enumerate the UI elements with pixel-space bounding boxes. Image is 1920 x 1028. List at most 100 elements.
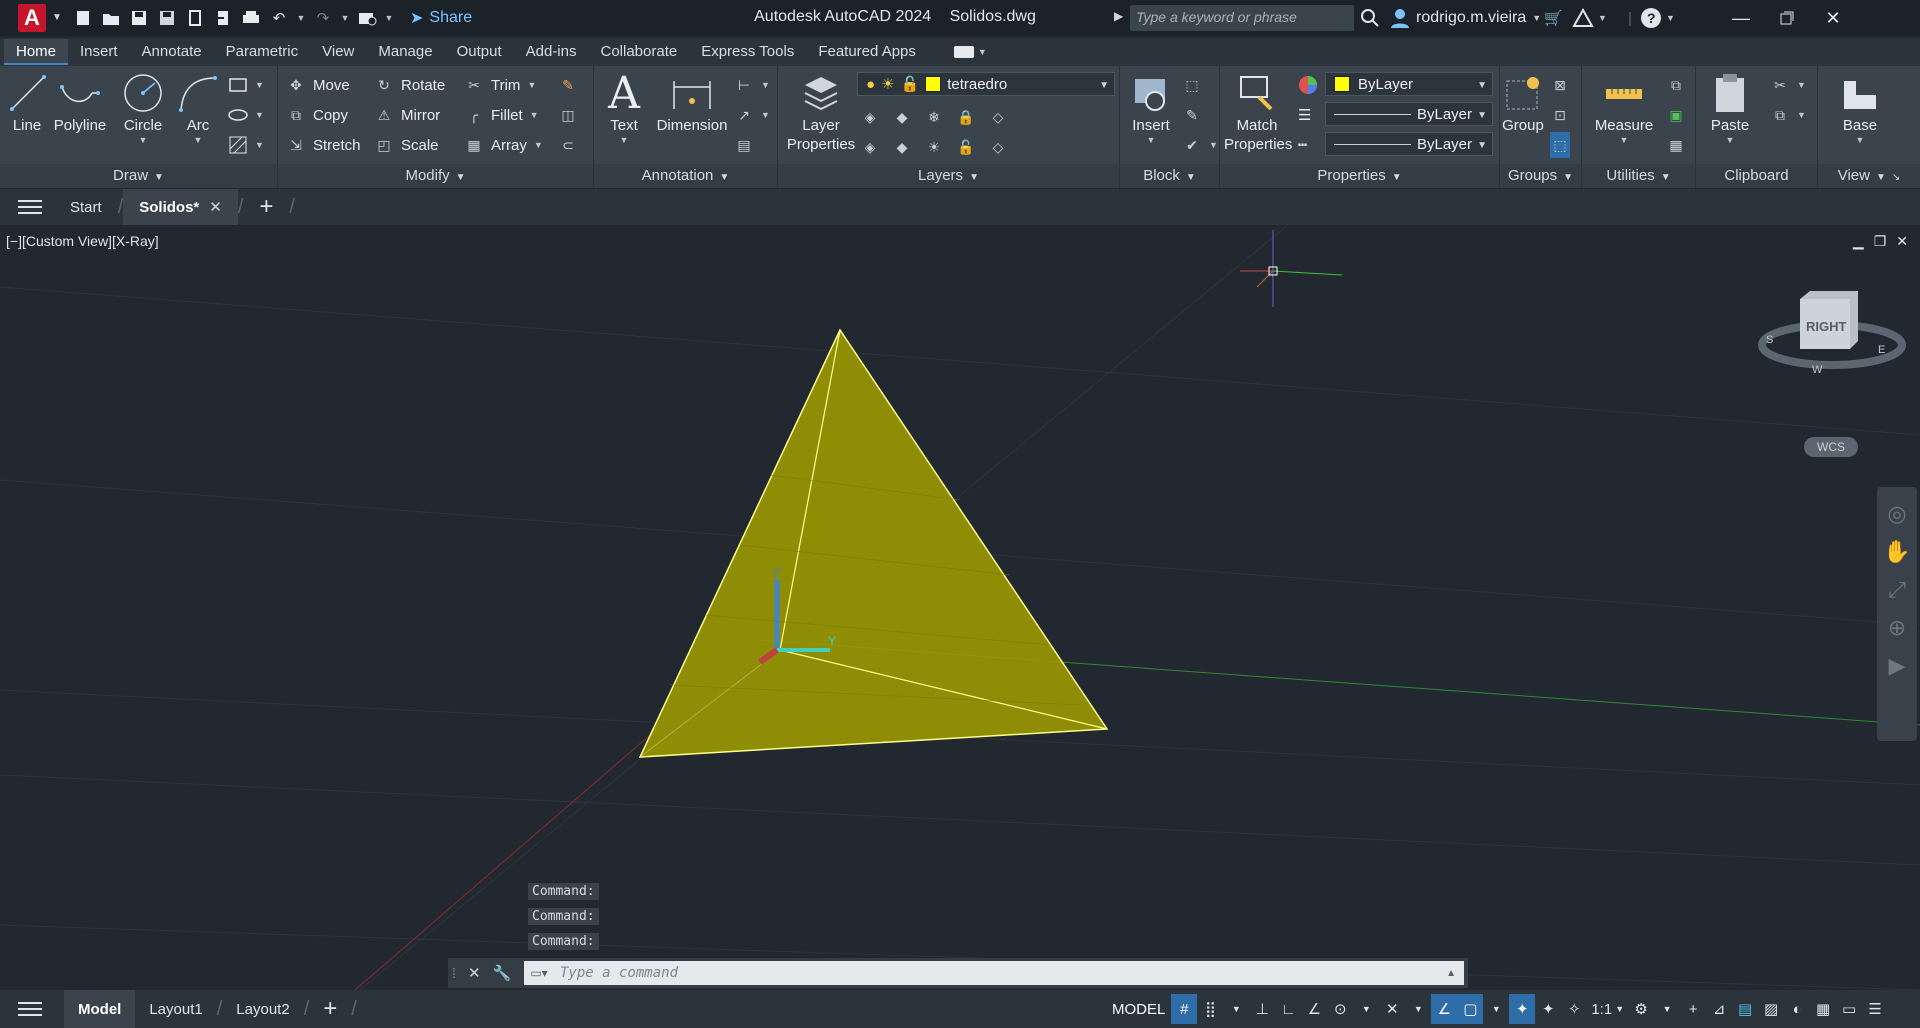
dynamic-input-icon[interactable]: ∟: [1275, 994, 1301, 1024]
text-button[interactable]: A Text ▼: [604, 68, 644, 146]
measure-button[interactable]: Measure ▼: [1592, 70, 1656, 145]
isolate-objects-icon[interactable]: ◐: [1784, 994, 1810, 1024]
clean-screen-icon[interactable]: ▭: [1836, 994, 1862, 1024]
hardware-acceleration-icon[interactable]: ▦: [1810, 994, 1836, 1024]
start-tab[interactable]: Start: [54, 189, 118, 225]
edit-block-button[interactable]: ✎: [1182, 102, 1202, 128]
new-file-icon[interactable]: [72, 7, 94, 29]
publish-icon[interactable]: [184, 7, 206, 29]
viewport-close-icon[interactable]: ✕: [1896, 233, 1908, 250]
polyline-button[interactable]: Polyline: [52, 70, 108, 135]
annotation-autoscale-icon[interactable]: ✦: [1535, 994, 1561, 1024]
circle-button[interactable]: Circle ▼: [118, 70, 168, 145]
undo-icon[interactable]: ↶: [268, 7, 290, 29]
scale-button[interactable]: ◰ Scale: [374, 132, 438, 158]
cut-button[interactable]: ✂ ▼: [1770, 72, 1806, 98]
annotation-scale-dropdown[interactable]: 1:1 ▼: [1587, 994, 1628, 1024]
tab-express-tools[interactable]: Express Tools: [689, 39, 806, 65]
object-snap-dropdown-icon[interactable]: ▼: [1483, 994, 1509, 1024]
layer-unlock-icon[interactable]: 🔓: [956, 137, 976, 157]
tab-parametric[interactable]: Parametric: [214, 39, 311, 65]
tab-output[interactable]: Output: [445, 39, 514, 65]
viewport-restore-icon[interactable]: ❐: [1874, 233, 1887, 250]
annotation-monitor-icon[interactable]: +: [1680, 994, 1706, 1024]
autocad-logo-icon[interactable]: A: [18, 4, 46, 32]
layer-unisolate-icon[interactable]: ◆: [892, 137, 912, 157]
linear-dimension-button[interactable]: ⊢ ▼: [734, 72, 770, 98]
quick-properties-icon[interactable]: ▤: [1732, 994, 1758, 1024]
restore-button[interactable]: [1764, 4, 1810, 32]
steering-wheel-icon[interactable]: ◎: [1887, 501, 1906, 527]
layer-match-icon[interactable]: ◇: [988, 107, 1008, 127]
object-snap-icon[interactable]: ▢: [1457, 994, 1484, 1024]
customize-qat-icon[interactable]: ▼: [384, 7, 394, 29]
lineweight-dropdown[interactable]: ByLayer ▼: [1325, 102, 1493, 126]
fillet-button[interactable]: ╭ Fillet ▼: [464, 102, 539, 128]
isometric-drafting-icon[interactable]: ✕: [1379, 994, 1405, 1024]
linetype-dropdown[interactable]: ByLayer ▼: [1325, 132, 1493, 156]
select-all-button[interactable]: ▣: [1666, 102, 1686, 128]
layer-properties-button[interactable]: Layer Properties: [784, 70, 858, 154]
object-snap-tracking-icon[interactable]: ∠: [1431, 994, 1458, 1024]
color-dropdown[interactable]: ByLayer ▼: [1325, 72, 1493, 96]
stretch-button[interactable]: ⇲ Stretch: [286, 132, 360, 158]
annotation-scale-icon[interactable]: ✧: [1561, 994, 1587, 1024]
wcs-menu-button[interactable]: WCS: [1804, 437, 1858, 457]
layer-make-current-icon[interactable]: ◈: [860, 137, 880, 157]
match-properties-button[interactable]: Match Properties: [1224, 70, 1292, 154]
rectangle-button[interactable]: ▼: [228, 72, 264, 98]
ortho-mode-icon[interactable]: ∠: [1301, 994, 1327, 1024]
polar-dropdown-icon[interactable]: ▼: [1353, 994, 1379, 1024]
viewport-controls-label[interactable]: [−][Custom View][X-Ray]: [6, 233, 159, 249]
new-tab-button[interactable]: +: [243, 189, 289, 225]
layer-dropdown[interactable]: ● ☀ 🔓 tetraedro ▼: [857, 72, 1115, 96]
orbit-icon[interactable]: ⊕: [1888, 615, 1906, 641]
autodesk-app-icon[interactable]: ▼: [1572, 4, 1607, 32]
paste-button[interactable]: Paste ▼: [1706, 70, 1754, 145]
command-input[interactable]: ▭▾ Type a command ▲: [524, 961, 1464, 985]
zoom-extents-icon[interactable]: ⤢: [1888, 577, 1906, 603]
customization-menu-icon[interactable]: ☰: [1862, 994, 1888, 1024]
layout-tabs-menu-icon[interactable]: [18, 1002, 42, 1016]
mirror-button[interactable]: ⚠ Mirror: [374, 102, 440, 128]
redo-dropdown-icon[interactable]: ▼: [340, 7, 350, 29]
help-button[interactable]: ? ▼: [1640, 4, 1675, 32]
command-close-icon[interactable]: ✕: [468, 964, 481, 982]
polar-tracking-icon[interactable]: ⊙: [1327, 994, 1353, 1024]
group-button[interactable]: Group: [1502, 70, 1544, 135]
table-button[interactable]: ▤: [734, 132, 754, 158]
model-tab[interactable]: Model: [64, 990, 136, 1028]
layer-off-icon[interactable]: ◈: [860, 107, 880, 127]
search-input[interactable]: Type a keyword or phrase: [1130, 5, 1354, 31]
arc-button[interactable]: Arc ▼: [176, 70, 220, 145]
lock-ui-icon[interactable]: ▨: [1758, 994, 1784, 1024]
viewport-minimize-icon[interactable]: ▁: [1853, 233, 1864, 250]
annotation-visibility-icon[interactable]: ✦: [1509, 994, 1536, 1024]
quick-select-button[interactable]: ⧉: [1666, 72, 1686, 98]
tab-view[interactable]: View: [310, 39, 366, 65]
panel-title-layers[interactable]: Layers ▼: [778, 164, 1119, 188]
create-block-button[interactable]: ⬚: [1182, 72, 1202, 98]
command-prompt-icon[interactable]: ▭▾: [524, 966, 554, 980]
layout1-tab[interactable]: Layout1: [135, 990, 216, 1028]
workspace-icon[interactable]: [356, 7, 378, 29]
layer-thaw-icon[interactable]: ☀: [924, 137, 944, 157]
layer-isolate-icon[interactable]: ◆: [892, 107, 912, 127]
tab-insert[interactable]: Insert: [68, 39, 130, 65]
minimize-button[interactable]: —: [1718, 4, 1764, 32]
application-menu-caret-icon[interactable]: ▼: [52, 12, 62, 23]
drawing-viewport[interactable]: Z Y RIGHT S E W [−][Custom View][X-Ray] …: [0, 225, 1920, 990]
save-as-icon[interactable]: [156, 7, 178, 29]
move-button[interactable]: ✥ Move: [286, 72, 350, 98]
group-edit-button[interactable]: ⊡: [1550, 102, 1570, 128]
leader-button[interactable]: ↗ ▼: [734, 102, 770, 128]
search-button[interactable]: [1360, 4, 1380, 32]
pan-hand-icon[interactable]: ✋: [1883, 539, 1910, 565]
erase-button[interactable]: ✎: [558, 72, 578, 98]
snap-dropdown-icon[interactable]: ▼: [1223, 994, 1249, 1024]
drawing-canvas[interactable]: Z Y RIGHT S E W: [0, 225, 1920, 990]
isometric-dropdown-icon[interactable]: ▼: [1405, 994, 1431, 1024]
panel-title-clipboard[interactable]: Clipboard: [1696, 164, 1817, 188]
offset-button[interactable]: ⊂: [558, 132, 578, 158]
workspace-switching-icon[interactable]: ⚙: [1628, 994, 1654, 1024]
